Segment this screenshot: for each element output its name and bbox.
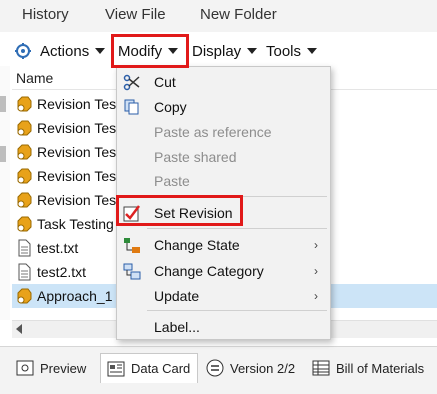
tab-label: Bill of Materials — [336, 360, 425, 376]
gutter-marker — [0, 146, 6, 162]
list-item-label: Revision Tes — [37, 168, 117, 184]
list-item-label: Revision Tes — [37, 96, 117, 112]
menu-item-set-revision[interactable]: Set Revision — [117, 201, 330, 225]
tab-history[interactable]: History — [22, 6, 69, 23]
menu-item-change-state[interactable]: Change State › — [117, 233, 330, 257]
revision-icon — [17, 192, 32, 208]
list-item-label: test.txt — [37, 240, 79, 256]
menu-item-label: Change State — [154, 237, 240, 253]
scroll-left-icon[interactable] — [16, 324, 22, 334]
left-gutter — [0, 66, 10, 320]
revision-icon — [17, 216, 32, 232]
actions-menu-button[interactable]: Actions — [14, 40, 106, 62]
tab-label: Version 2/2 — [230, 360, 296, 376]
bottom-tab-bar: Preview Data Card Version 2/2 Bill of Ma… — [0, 346, 437, 394]
revision-icon — [17, 168, 32, 184]
revision-icon — [17, 144, 32, 160]
chevron-down-icon — [95, 48, 106, 54]
menu-item-label: Set Revision — [154, 205, 233, 221]
menu-item-paste-shared: Paste shared — [117, 145, 330, 169]
menu-item-update[interactable]: Update › — [117, 284, 330, 308]
list-item-label: Task Testing — [37, 216, 114, 232]
display-menu-button[interactable]: Display — [192, 40, 258, 62]
menu-item-label-item[interactable]: Label... — [117, 315, 330, 339]
submenu-chevron-icon: › — [314, 238, 318, 252]
tab-data-card[interactable]: Data Card — [100, 353, 198, 383]
revision-icon — [17, 96, 32, 112]
tab-preview[interactable]: Preview — [16, 353, 86, 383]
chevron-down-icon — [168, 48, 179, 54]
submenu-chevron-icon: › — [314, 289, 318, 303]
menu-item-label: Cut — [154, 74, 176, 90]
preview-icon — [16, 360, 34, 376]
menu-item-label: Change Category — [154, 263, 264, 279]
modify-dropdown-menu: Cut Copy Paste as reference Paste shared… — [116, 66, 331, 340]
menu-item-label: Paste as reference — [154, 124, 272, 140]
list-item-label: Revision Tes — [37, 192, 117, 208]
menu-item-copy[interactable]: Copy — [117, 95, 330, 119]
menu-item-change-category[interactable]: Change Category › — [117, 259, 330, 283]
revision-icon — [17, 288, 32, 304]
actions-icon — [15, 43, 31, 59]
column-name-label: Name — [16, 70, 54, 86]
checkmark-icon — [123, 205, 140, 222]
list-item-label: Revision Tes — [37, 120, 117, 136]
modify-label: Modify — [118, 42, 163, 60]
gutter-marker — [0, 96, 6, 112]
menu-item-label: Paste shared — [154, 149, 237, 165]
top-tab-bar: History View File New Folder — [0, 0, 437, 32]
state-icon — [124, 238, 140, 253]
tab-bill-of-materials[interactable]: Bill of Materials — [312, 353, 424, 383]
copy-icon — [124, 99, 139, 115]
chevron-down-icon — [247, 48, 258, 54]
table-icon — [312, 360, 330, 376]
tools-label: Tools — [266, 42, 302, 60]
data-card-icon — [107, 361, 125, 376]
modify-menu-button[interactable]: Modify — [118, 40, 179, 62]
tab-label: Data Card — [131, 361, 191, 376]
menu-separator — [147, 196, 327, 197]
file-icon — [18, 239, 31, 257]
menu-item-label: Label... — [154, 319, 200, 335]
tools-menu-button[interactable]: Tools — [266, 40, 318, 62]
version-icon — [206, 359, 224, 377]
chevron-down-icon — [307, 48, 318, 54]
toolbar: Actions Modify Display Tools — [0, 36, 437, 66]
list-item-label: Revision Tes — [37, 144, 117, 160]
submenu-chevron-icon: › — [314, 264, 318, 278]
list-item-label: test2.txt — [37, 264, 87, 280]
list-item-label: Approach_1 — [37, 288, 113, 304]
actions-label: Actions — [40, 42, 90, 60]
file-icon — [18, 263, 31, 281]
tab-view-file[interactable]: View File — [105, 6, 166, 23]
display-label: Display — [192, 42, 242, 60]
scissors-icon — [123, 74, 140, 91]
category-icon — [123, 263, 141, 280]
tab-label: Preview — [40, 360, 87, 376]
menu-item-label: Update — [154, 288, 200, 304]
menu-item-cut[interactable]: Cut — [117, 70, 330, 94]
menu-separator — [147, 228, 327, 229]
menu-item-paste-as-reference: Paste as reference — [117, 120, 330, 144]
tab-new-folder[interactable]: New Folder — [200, 6, 277, 23]
menu-item-label: Copy — [154, 99, 187, 115]
tab-version[interactable]: Version 2/2 — [206, 353, 295, 383]
menu-separator — [147, 310, 327, 311]
menu-item-label: Paste — [154, 173, 190, 189]
menu-item-paste: Paste — [117, 169, 330, 193]
revision-icon — [17, 120, 32, 136]
